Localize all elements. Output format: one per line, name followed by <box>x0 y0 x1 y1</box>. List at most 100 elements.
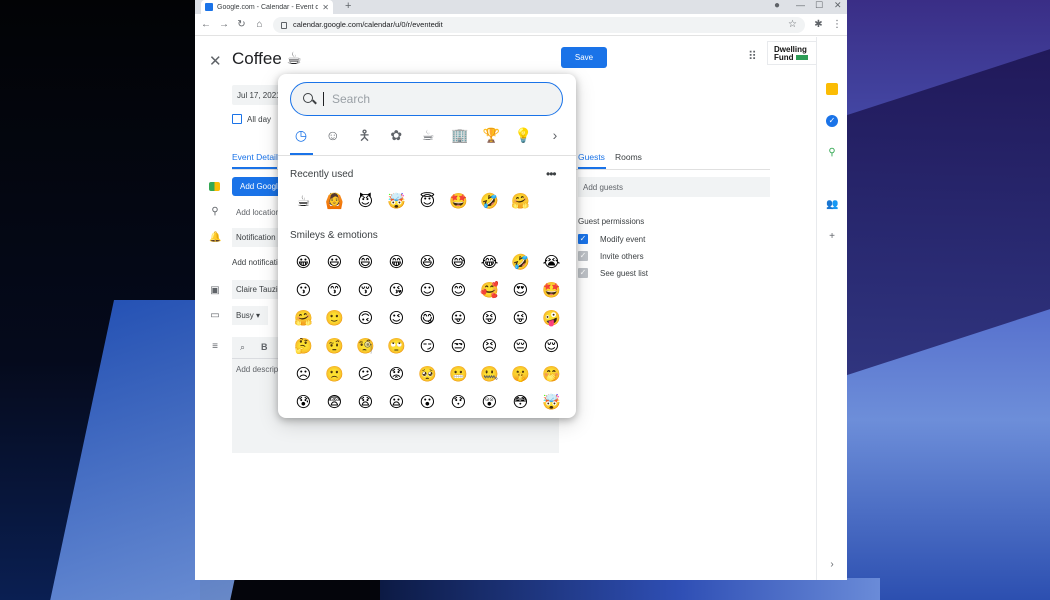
emoji[interactable]: 😳 <box>505 388 536 416</box>
animals-category-icon[interactable]: ✿ <box>385 124 407 146</box>
emoji[interactable]: 😀 <box>288 248 319 276</box>
all-day-toggle[interactable]: All day <box>232 114 271 124</box>
person-category-icon[interactable]: 🯅 <box>354 124 376 146</box>
maximize-button[interactable]: ☐ <box>815 0 823 11</box>
emoji[interactable]: 😝 <box>474 304 505 332</box>
travel-category-icon[interactable]: 🏢 <box>449 124 471 146</box>
objects-bulb-icon[interactable]: 💡 <box>512 124 534 146</box>
address-bar[interactable]: calendar.google.com/calendar/u/0/r/event… <box>273 16 805 33</box>
emoji[interactable]: 🤣 <box>505 248 536 276</box>
emoji[interactable]: 😋 <box>412 304 443 332</box>
home-icon[interactable]: ⌂ <box>255 19 264 30</box>
bold-icon[interactable]: B <box>261 342 268 353</box>
save-button[interactable]: Save <box>561 47 607 68</box>
start-date-field[interactable]: Jul 17, 2021 <box>232 85 282 105</box>
clock-recent-icon[interactable]: ◷ <box>290 124 312 146</box>
close-event-icon[interactable]: ✕ <box>209 52 222 70</box>
emoji[interactable]: 🤭 <box>536 360 567 388</box>
emoji[interactable]: ☺ <box>412 276 443 304</box>
emoji[interactable]: 🤯 <box>536 388 567 416</box>
food-drink-category-icon[interactable]: ☕ <box>417 124 439 146</box>
chevron-right-icon[interactable]: › <box>544 124 566 146</box>
emoji[interactable]: 🤫 <box>505 360 536 388</box>
permission-invite-others[interactable]: ✓ Invite others <box>578 251 644 261</box>
emoji[interactable]: 😛 <box>443 304 474 332</box>
emoji[interactable]: 😁 <box>381 248 412 276</box>
tasks-icon[interactable]: ✓ <box>826 115 838 127</box>
emoji[interactable]: 😆 <box>412 248 443 276</box>
emoji[interactable]: 😉 <box>381 304 412 332</box>
emoji[interactable]: 😨 <box>319 388 350 416</box>
emoji[interactable]: 😣 <box>474 332 505 360</box>
emoji[interactable]: 🤐 <box>474 360 505 388</box>
emoji[interactable]: 🤣 <box>474 187 505 215</box>
emoji[interactable]: 🤩 <box>536 276 567 304</box>
emoji[interactable]: 🧐 <box>350 332 381 360</box>
new-tab-button[interactable]: + <box>345 0 351 12</box>
emoji[interactable]: 🤔 <box>288 332 319 360</box>
emoji[interactable]: 😇 <box>412 187 443 215</box>
extensions-icon[interactable]: ✱ <box>814 19 823 30</box>
notification-select[interactable]: Notification <box>232 228 280 247</box>
browser-tab[interactable]: Google.com - Calendar - Event d ✕ <box>201 0 333 14</box>
emoji[interactable]: 😍 <box>505 276 536 304</box>
lock-icon[interactable] <box>281 22 287 29</box>
emoji[interactable]: 🤗 <box>505 187 536 215</box>
more-options-icon[interactable]: ••• <box>546 167 557 181</box>
maps-icon[interactable]: ⚲ <box>826 147 838 159</box>
modify-event-checkbox[interactable]: ✓ <box>578 234 588 244</box>
emoji[interactable]: 🙄 <box>381 332 412 360</box>
emoji[interactable]: 🤯 <box>381 187 412 215</box>
back-icon[interactable]: ← <box>201 19 211 30</box>
location-input[interactable]: Add location <box>232 203 280 222</box>
emoji[interactable]: 🤩 <box>443 187 474 215</box>
emoji[interactable]: 😧 <box>350 388 381 416</box>
expand-panel-icon[interactable]: › <box>826 559 838 571</box>
tab-close-icon[interactable]: ✕ <box>322 3 329 12</box>
calendar-owner-select[interactable]: Claire Tauziet <box>232 280 280 299</box>
emoji[interactable]: 😏 <box>412 332 443 360</box>
get-addons-icon[interactable]: + <box>826 231 838 243</box>
emoji[interactable]: 🥰 <box>474 276 505 304</box>
emoji[interactable]: 😌 <box>536 332 567 360</box>
bookmark-star-icon[interactable]: ☆ <box>788 19 797 30</box>
emoji[interactable]: 😕 <box>350 360 381 388</box>
permission-see-guest-list[interactable]: ✓ See guest list <box>578 268 648 278</box>
google-apps-icon[interactable]: ⠿ <box>748 49 757 63</box>
window-close-button[interactable]: ✕ <box>834 0 842 11</box>
emoji[interactable]: 😦 <box>381 388 412 416</box>
emoji[interactable]: 😰 <box>288 388 319 416</box>
browser-menu-icon[interactable]: ⋮ <box>832 19 842 30</box>
emoji[interactable]: 😂 <box>474 248 505 276</box>
emoji[interactable]: 😟 <box>381 360 412 388</box>
emoji[interactable]: 😃 <box>319 248 350 276</box>
activities-trophy-icon[interactable]: 🏆 <box>481 124 503 146</box>
emoji[interactable]: 🤪 <box>536 304 567 332</box>
invite-others-checkbox[interactable]: ✓ <box>578 251 588 261</box>
reload-icon[interactable]: ↻ <box>237 19 246 30</box>
emoji[interactable]: 😚 <box>350 276 381 304</box>
all-day-checkbox[interactable] <box>232 114 242 124</box>
emoji[interactable]: ☹ <box>288 360 319 388</box>
emoji[interactable]: 😬 <box>443 360 474 388</box>
tab-event-details[interactable]: Event Details <box>232 152 282 162</box>
emoji[interactable]: 🙂 <box>319 304 350 332</box>
add-guests-input[interactable]: Add guests <box>578 177 770 197</box>
see-guest-list-checkbox[interactable]: ✓ <box>578 268 588 278</box>
emoji[interactable]: 🤗 <box>288 304 319 332</box>
profile-icon[interactable]: ● <box>774 0 780 11</box>
emoji[interactable]: 🥺 <box>412 360 443 388</box>
emoji[interactable]: 😊 <box>443 276 474 304</box>
tab-guests[interactable]: Guests <box>578 152 605 162</box>
add-meet-button[interactable]: Add Google Meet video conferencing <box>232 177 282 196</box>
contacts-icon[interactable]: 👥 <box>826 199 838 211</box>
emoji[interactable]: 😭 <box>536 248 567 276</box>
dwelling-fund-logo[interactable]: Dwelling Fund <box>767 41 819 65</box>
emoji[interactable]: 🙁 <box>319 360 350 388</box>
emoji[interactable]: 😄 <box>350 248 381 276</box>
emoji[interactable]: 😔 <box>505 332 536 360</box>
emoji[interactable]: 😮 <box>412 388 443 416</box>
emoji[interactable]: 🤨 <box>319 332 350 360</box>
emoji-search-box[interactable] <box>290 82 563 116</box>
tab-rooms[interactable]: Rooms <box>615 152 642 162</box>
